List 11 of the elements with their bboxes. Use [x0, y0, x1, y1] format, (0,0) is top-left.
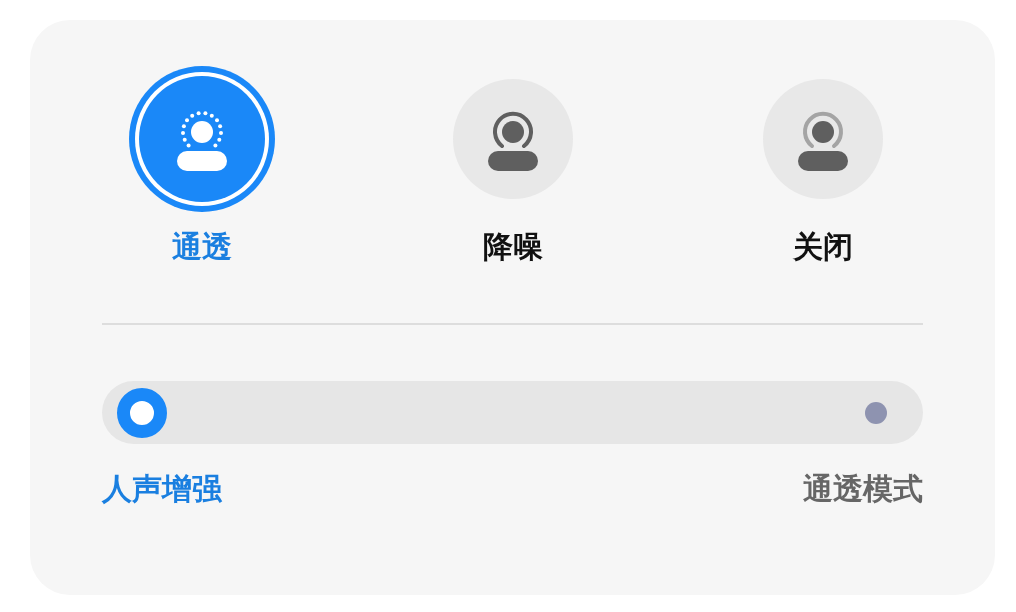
- mode-label[interactable]: 关闭: [793, 229, 853, 265]
- slider-stop[interactable]: [865, 401, 887, 424]
- person-icon: [487, 111, 538, 171]
- slider-label: 人声增强: [102, 471, 222, 507]
- mode-label[interactable]: 降噪: [482, 229, 543, 265]
- person-icon: [177, 111, 227, 171]
- slider-label: 通透模式: [803, 471, 923, 507]
- slider-thumb[interactable]: [117, 387, 167, 438]
- person-icon: [798, 111, 848, 171]
- mode-label[interactable]: 通透: [172, 229, 232, 265]
- mode-button[interactable]: [127, 64, 277, 214]
